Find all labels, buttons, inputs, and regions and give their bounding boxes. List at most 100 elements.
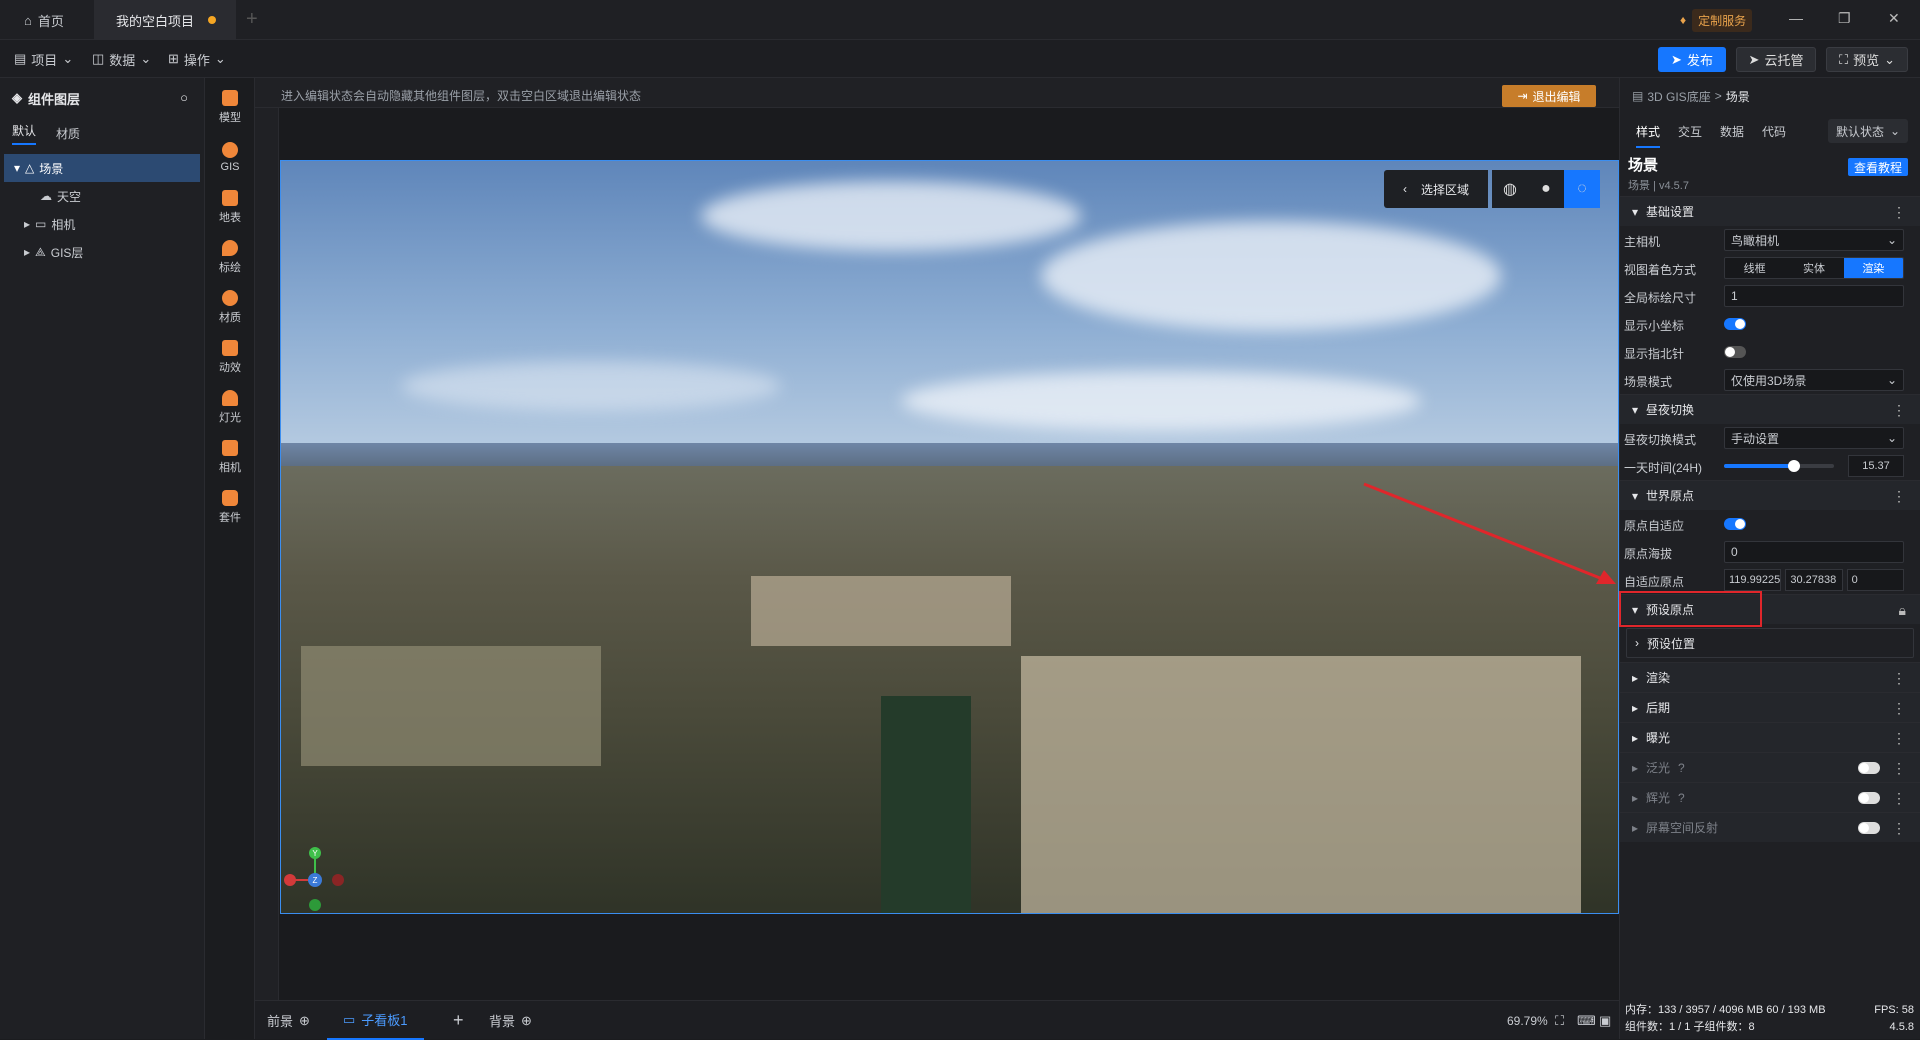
more-icon[interactable]: ⋮	[1892, 820, 1906, 837]
ssr-toggle[interactable]	[1858, 822, 1880, 834]
rail-model[interactable]: 模型	[205, 82, 255, 132]
tab-project[interactable]: 我的空白项目	[94, 0, 236, 40]
rail-camera[interactable]: 相机	[205, 432, 255, 482]
time-input[interactable]: 15.37	[1848, 455, 1904, 477]
background-tab[interactable]: 背景 ⊕	[489, 1001, 532, 1040]
more-icon[interactable]: ⋮	[1892, 670, 1906, 687]
tab-interaction[interactable]: 交互	[1678, 123, 1702, 140]
database-icon: ◫	[92, 51, 105, 66]
daynight-mode-select[interactable]: 手动设置 ⌄	[1724, 427, 1904, 449]
scene-toolbar: ‹ 选择区域 ◍ ● ◌	[1384, 170, 1600, 208]
section-world-origin[interactable]: ▾ 世界原点 ⋮	[1620, 480, 1920, 510]
breadcrumb-parent[interactable]: 3D GIS底座	[1647, 88, 1710, 105]
state-select[interactable]: 默认状态 ⌄	[1828, 119, 1908, 143]
more-icon[interactable]: ⋮	[1892, 204, 1906, 221]
longitude-input[interactable]: 119.99225	[1724, 569, 1782, 591]
section-exposure[interactable]: ▸ 曝光 ⋮	[1620, 722, 1920, 752]
rail-gis[interactable]: GIS	[205, 132, 255, 182]
menu-project[interactable]: ▤ 项目 ⌄	[14, 40, 73, 78]
publish-button[interactable]: ➤ 发布	[1658, 47, 1726, 72]
tab-data[interactable]: 数据	[1720, 123, 1744, 140]
shading-wireframe-option[interactable]: 线框	[1725, 258, 1785, 278]
bloom-toggle[interactable]	[1858, 762, 1880, 774]
sphere-icon[interactable]: ●	[1528, 170, 1564, 208]
altitude-input[interactable]: 0	[1724, 541, 1904, 563]
board-tab[interactable]: ▭ 子看板1	[327, 1001, 424, 1040]
rotate-icon[interactable]: ◌	[1564, 170, 1600, 208]
time-slider[interactable]	[1724, 460, 1834, 472]
minimize-icon[interactable]: —	[1789, 10, 1803, 26]
tree-item-sky[interactable]: ☁ 天空	[0, 182, 204, 210]
globe-icon[interactable]: ◍	[1492, 170, 1528, 208]
preset-position-row[interactable]: › 预设位置	[1626, 628, 1914, 658]
terminal-icon[interactable]: ▣	[1599, 1001, 1611, 1040]
tree-item-camera[interactable]: ▸ ▭ 相机	[0, 210, 204, 238]
lock-icon[interactable]: 🔒︎	[1899, 602, 1906, 619]
tab-material[interactable]: 材质	[56, 125, 80, 142]
rail-annotation[interactable]: 标绘	[205, 232, 255, 282]
menu-operate[interactable]: ⊞ 操作 ⌄	[168, 40, 226, 78]
tab-style[interactable]: 样式	[1636, 123, 1661, 148]
fit-screen-icon[interactable]: ⛶	[1555, 1001, 1564, 1040]
exit-edit-button[interactable]: ⇥ 退出编辑	[1502, 85, 1596, 107]
latitude-input[interactable]: 30.27838	[1785, 569, 1843, 591]
add-tab-button[interactable]: +	[246, 8, 258, 31]
tab-default[interactable]: 默认	[12, 122, 37, 145]
rail-light[interactable]: 灯光	[205, 382, 255, 432]
show-axis-toggle[interactable]	[1724, 318, 1746, 330]
custom-service-button[interactable]: ♦ 定制服务	[1680, 8, 1753, 32]
restore-icon[interactable]: ❐	[1838, 10, 1851, 27]
rail-kit[interactable]: 套件	[205, 482, 255, 532]
section-bloom[interactable]: ▸ 泛光 ? ⋮	[1620, 752, 1920, 782]
preview-button[interactable]: ⛶ 预览 ⌄	[1826, 47, 1908, 72]
rail-terrain[interactable]: 地表	[205, 182, 255, 232]
select-area-button[interactable]: ‹ 选择区域	[1384, 170, 1488, 208]
caret-right-icon: ▸	[1632, 790, 1639, 805]
rail-label: 标绘	[219, 261, 241, 274]
section-render[interactable]: ▸ 渲染 ⋮	[1620, 662, 1920, 692]
more-icon[interactable]: ⋮	[1892, 760, 1906, 777]
layer-panel-header: ◈ 组件图层 ○	[0, 78, 204, 118]
shading-render-option[interactable]: 渲染	[1843, 258, 1903, 278]
rail-label: 动效	[219, 361, 241, 374]
glow-toggle[interactable]	[1858, 792, 1880, 804]
scene-mode-select[interactable]: 仅使用3D场景 ⌄	[1724, 369, 1904, 391]
foreground-tab[interactable]: 前景 ⊕	[267, 1001, 310, 1040]
section-basic[interactable]: ▾ 基础设置 ⋮	[1620, 196, 1920, 226]
section-glow[interactable]: ▸ 辉光 ? ⋮	[1620, 782, 1920, 812]
zoom-level[interactable]: 69.79%	[1507, 1001, 1548, 1040]
rail-effect[interactable]: 动效	[205, 332, 255, 382]
section-daynight[interactable]: ▾ 昼夜切换 ⋮	[1620, 394, 1920, 424]
more-icon[interactable]: ⋮	[1892, 790, 1906, 807]
menu-data[interactable]: ◫ 数据 ⌄	[92, 40, 151, 78]
add-circle-icon[interactable]: ⊕	[299, 1013, 310, 1029]
height-input[interactable]: 0	[1846, 569, 1904, 591]
rail-label: 模型	[219, 111, 241, 124]
rail-material[interactable]: 材质	[205, 282, 255, 332]
label-size-input[interactable]: 1	[1724, 285, 1904, 307]
tutorial-button[interactable]: 查看教程	[1847, 158, 1908, 176]
more-icon[interactable]: ⋮	[1892, 700, 1906, 717]
section-ssr[interactable]: ▸ 屏幕空间反射 ⋮	[1620, 812, 1920, 842]
auto-origin-toggle[interactable]	[1724, 518, 1746, 530]
file-icon: ▤	[14, 51, 27, 66]
more-icon[interactable]: ⋮	[1892, 730, 1906, 747]
tab-code[interactable]: 代码	[1762, 123, 1786, 140]
main-camera-select[interactable]: 鸟瞰相机 ⌄	[1724, 229, 1904, 251]
section-post[interactable]: ▸ 后期 ⋮	[1620, 692, 1920, 722]
shading-solid-option[interactable]: 实体	[1784, 258, 1844, 278]
tab-home[interactable]: ⌂ 首页	[0, 0, 94, 40]
slider-handle[interactable]	[1788, 460, 1801, 472]
cloud-hosting-button[interactable]: ➤ 云托管	[1736, 47, 1816, 72]
close-icon[interactable]: ✕	[1888, 10, 1900, 27]
show-compass-toggle[interactable]	[1724, 346, 1746, 358]
tree-item-gis[interactable]: ▸ ⟁ GIS层	[0, 238, 204, 266]
bottom-bar: 前景 ⊕ ▭ 子看板1 + 背景 ⊕ 69.79% ⛶ ⌨ ▣	[255, 1000, 1619, 1040]
more-icon[interactable]: ⋮	[1892, 488, 1906, 505]
add-circle-icon[interactable]: ⊕	[521, 1013, 532, 1029]
keyboard-icon[interactable]: ⌨	[1577, 1001, 1596, 1040]
search-icon[interactable]: ○	[180, 90, 188, 105]
add-board-button[interactable]: +	[453, 1001, 464, 1040]
more-icon[interactable]: ⋮	[1892, 402, 1906, 419]
tree-item-scene[interactable]: ▾ △ 场景	[4, 154, 200, 182]
